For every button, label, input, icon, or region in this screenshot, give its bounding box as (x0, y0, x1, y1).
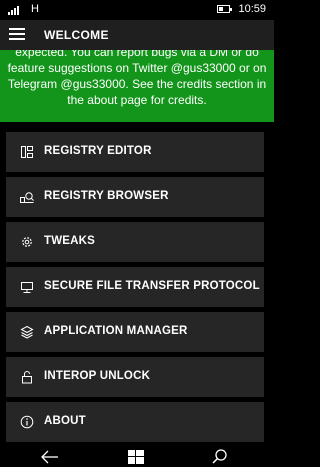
menu-item-label: TWEAKS (44, 235, 96, 247)
status-bar: H 10:59 (0, 0, 274, 20)
menu-item-label: REGISTRY EDITOR (44, 145, 152, 157)
gear-icon (20, 235, 34, 249)
menu-item-sftp[interactable]: SECURE FILE TRANSFER PROTOCOL (6, 267, 264, 307)
menu-item-registry-browser[interactable]: REGISTRY BROWSER (6, 177, 264, 217)
clock: 10:59 (238, 3, 266, 15)
menu-item-registry-editor[interactable]: REGISTRY EDITOR (6, 132, 264, 172)
hamburger-icon[interactable] (9, 28, 25, 41)
menu-item-label: APPLICATION MANAGER (44, 325, 188, 337)
battery-icon (217, 5, 232, 13)
search-icon[interactable] (210, 448, 230, 464)
windows-logo-icon[interactable] (126, 448, 146, 464)
menu-item-application-manager[interactable]: APPLICATION MANAGER (6, 312, 264, 352)
menu-item-label: ABOUT (44, 415, 86, 427)
stack-icon (20, 325, 34, 339)
menu-item-about[interactable]: ABOUT (6, 402, 264, 442)
registry-browser-icon (20, 190, 34, 204)
welcome-notice: expected. You can report bugs via a DM o… (0, 50, 274, 122)
menu-item-label: INTEROP UNLOCK (44, 370, 151, 382)
menu-item-interop-unlock[interactable]: INTEROP UNLOCK (6, 357, 264, 397)
page-title: WELCOME (44, 28, 109, 42)
computer-icon (20, 280, 34, 294)
menu-item-label: REGISTRY BROWSER (44, 190, 169, 202)
signal-icon (8, 6, 22, 15)
info-icon (20, 415, 34, 429)
menu-item-tweaks[interactable]: TWEAKS (6, 222, 264, 262)
app-header: WELCOME (0, 20, 274, 50)
back-arrow-icon[interactable] (40, 448, 60, 464)
navigation-bar (0, 445, 274, 467)
notice-text: expected. You can report bugs via a DM o… (7, 50, 267, 107)
registry-editor-icon (20, 145, 34, 159)
lock-icon (20, 370, 34, 384)
network-type: H (31, 3, 39, 15)
menu-item-label: SECURE FILE TRANSFER PROTOCOL (44, 280, 260, 292)
